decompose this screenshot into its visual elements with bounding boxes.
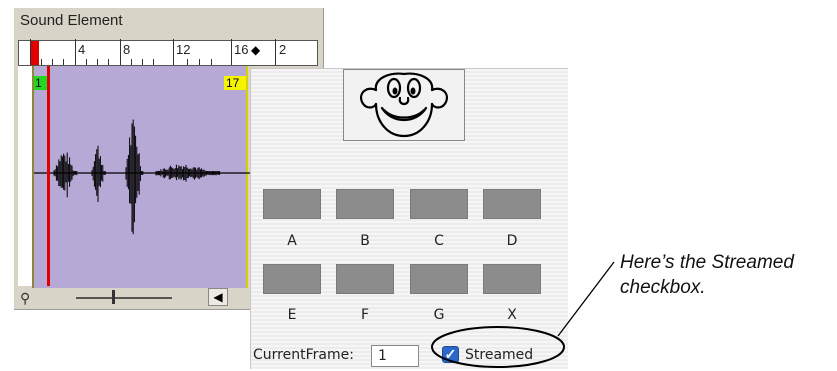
callout-text: Here’s the Streamed checkbox. — [620, 252, 794, 298]
callout-leader-line — [557, 261, 615, 337]
highlight-ellipse — [431, 326, 565, 368]
annotation-overlay — [431, 261, 615, 368]
